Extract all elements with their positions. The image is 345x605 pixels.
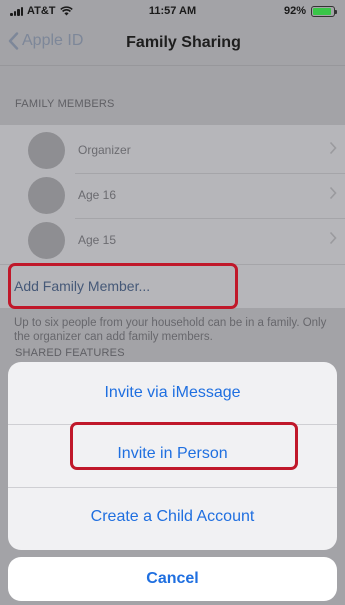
- chevron-right-icon: [329, 231, 337, 245]
- invite-in-person-highlight: [70, 422, 298, 470]
- battery-percent: 92%: [283, 5, 306, 17]
- family-sharing-screen: AT&T 11:57 AM 92% Apple ID Family Sharin…: [0, 0, 345, 605]
- member-row-age-16[interactable]: Age 16: [0, 173, 345, 217]
- add-member-highlight: [8, 263, 238, 309]
- chevron-right-icon: [329, 141, 337, 155]
- cancel-button[interactable]: Cancel: [8, 557, 337, 601]
- avatar: [28, 177, 65, 214]
- invite-via-imessage-button[interactable]: Invite via iMessage: [8, 366, 337, 420]
- navigation-bar: Apple ID Family Sharing: [0, 22, 345, 66]
- member-label: Age 15: [78, 233, 117, 247]
- status-bar: AT&T 11:57 AM 92%: [0, 0, 345, 22]
- shared-features-header: SHARED FEATURES: [15, 347, 125, 359]
- sheet-separator: [8, 487, 337, 488]
- battery-icon: [311, 5, 337, 17]
- status-right: 92%: [283, 5, 337, 17]
- avatar: [28, 222, 65, 259]
- family-members-header: FAMILY MEMBERS: [15, 98, 115, 110]
- member-row-age-15[interactable]: Age 15: [0, 218, 345, 262]
- family-members-list: Organizer Age 16 Age 15: [0, 125, 345, 264]
- battery-fill: [313, 7, 332, 15]
- chevron-right-icon: [329, 186, 337, 200]
- avatar: [28, 132, 65, 169]
- page-title: Family Sharing: [126, 34, 241, 51]
- member-label: Organizer: [78, 143, 131, 157]
- family-note: Up to six people from your household can…: [14, 317, 327, 343]
- member-row-organizer[interactable]: Organizer: [0, 128, 345, 172]
- create-child-account-button[interactable]: Create a Child Account: [8, 490, 337, 544]
- member-label: Age 16: [78, 188, 117, 202]
